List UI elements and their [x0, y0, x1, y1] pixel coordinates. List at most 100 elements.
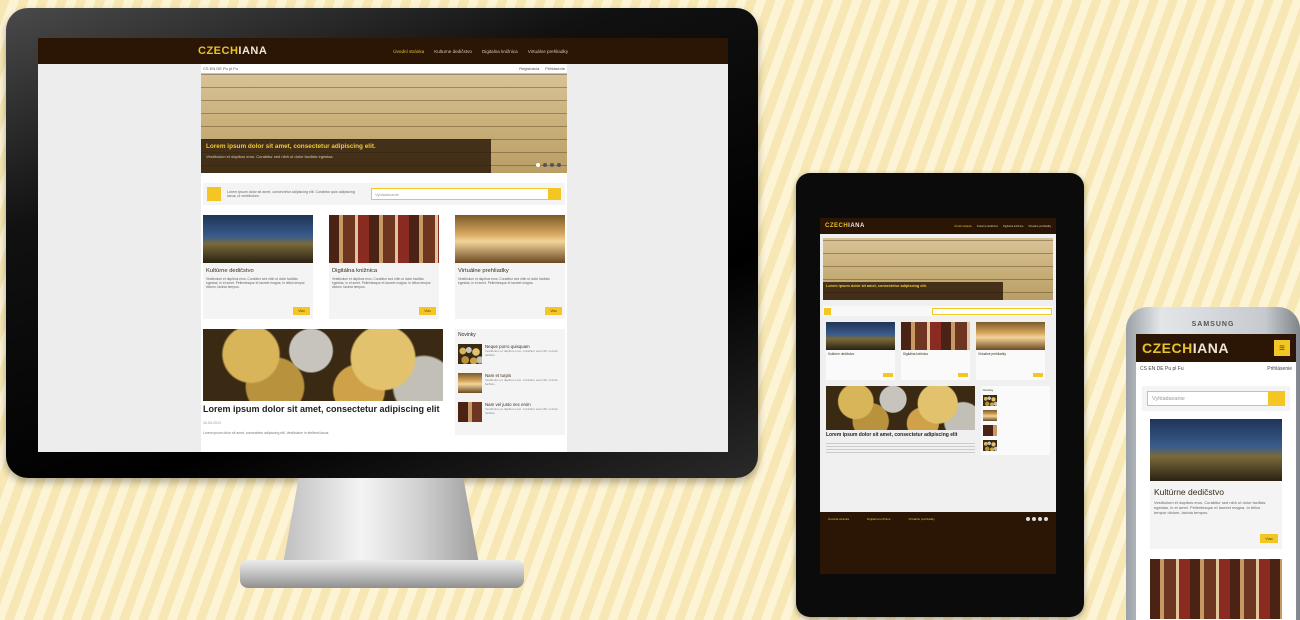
logo-text-part2: IANA — [848, 223, 865, 229]
footer-col-title: Digitalna knižnica — [867, 517, 891, 521]
phone-screen: CZECHIANA ≡ CS EN DE Pu pl Fu Prihláseni… — [1136, 334, 1296, 620]
card-image — [203, 215, 313, 263]
card-more-button[interactable] — [1033, 373, 1043, 377]
card-image — [901, 322, 970, 350]
menu-icon[interactable]: ≡ — [1274, 340, 1290, 356]
monitor-stand-base — [240, 560, 524, 588]
hero-title: Lorem ipsum dolor sit amet, consectetur … — [826, 284, 927, 288]
news-thumb — [458, 373, 482, 393]
nav-item-heritage[interactable]: Kulturne dedičstvo — [434, 49, 472, 54]
info-icon — [207, 187, 221, 201]
hero-text: Vestibulum et dapibus eros. Curabitur se… — [206, 154, 334, 159]
search-box[interactable]: Vyhladavanie — [1147, 391, 1285, 406]
footer-col-title: Virtuálne prehliadky — [908, 517, 935, 521]
news-item-text: Vestibulum et dapibus eros. Curabitur se… — [485, 378, 559, 386]
article-title[interactable]: Lorem ipsum dolor sit amet, consectetur … — [203, 404, 443, 415]
register-link[interactable]: Registrácia — [519, 66, 539, 71]
phone-card-image-next — [1150, 559, 1282, 619]
nav-item-tours[interactable]: Virtuálne prehliadky — [528, 49, 568, 54]
social-icon — [1032, 517, 1036, 521]
card-more-button[interactable] — [883, 373, 893, 377]
hero-title: Lorem ipsum dolor sit amet, consectetur … — [206, 143, 376, 150]
search-icon[interactable] — [1268, 392, 1284, 405]
search-icon[interactable] — [548, 189, 560, 199]
tablet-article[interactable]: Lorem ipsum dolor sit amet, consectetur … — [826, 386, 975, 455]
news-item[interactable]: Nam et turpis Vestibulum et dapibus eros.… — [458, 373, 562, 393]
tablet-card[interactable]: Digitálna knižnica — [901, 322, 970, 380]
nav-item-tours[interactable]: Virtuálne prehliadky — [1028, 225, 1051, 228]
card-more-button[interactable]: Viac — [293, 307, 310, 315]
news-item[interactable] — [982, 395, 1048, 406]
logo-text-part1: CZECH — [825, 223, 849, 229]
site-navbar: CZECHIANA Úvodní stránka Kulturne dedičs… — [38, 38, 728, 64]
logo-text-part2: IANA — [1192, 340, 1229, 356]
news-item[interactable] — [982, 425, 1048, 436]
card-text: Vestibulum et dapibus eros. Curabitur se… — [1154, 500, 1266, 515]
card-more-button[interactable]: Viac — [1260, 534, 1278, 543]
news-item-text: Vestibulum et dapibus eros. Curabitur se… — [485, 407, 559, 415]
tablet-hero: Lorem ipsum dolor sit amet, consectetur … — [823, 238, 1053, 300]
social-icons[interactable] — [1026, 517, 1048, 521]
tablet-footer: Úvodná stránka Digitalna knižnica Virtuá… — [820, 512, 1056, 574]
content-row: Lorem ipsum dolor sit amet, consectetur … — [201, 319, 567, 435]
login-link[interactable]: Prihlásenie — [545, 66, 565, 71]
card-title: Digitálna knižnica — [332, 268, 378, 274]
card-image — [455, 215, 565, 263]
news-sidebar: Novinky Neque porro quisquam Vestibulum e… — [455, 329, 565, 435]
nav-item-library[interactable]: Digitalna knižnica — [1003, 225, 1023, 228]
card-tours[interactable]: Virtuálne prehliadky Vestibulum et dapib… — [455, 215, 565, 319]
article-date: 26.05.2013 — [203, 420, 221, 425]
hero-caption: Lorem ipsum dolor sit amet, consectetur … — [823, 282, 1003, 300]
social-icon — [1038, 517, 1042, 521]
card-library[interactable]: Digitálna knižnica Vestibulum et dapibus… — [329, 215, 439, 319]
card-more-button[interactable]: Viac — [419, 307, 436, 315]
nav-item-home[interactable]: Úvodní stránka — [954, 225, 971, 228]
tablet-nav: Úvodní stránka Kulturne dedičstvo Digita… — [954, 225, 1051, 228]
search-input[interactable]: Vyhladavanie — [372, 189, 402, 199]
site-logo[interactable]: CZECHIANA — [198, 45, 267, 57]
search-box[interactable]: Vyhladavanie — [371, 188, 561, 200]
news-title: Novinky — [458, 332, 476, 338]
card-image — [826, 322, 895, 350]
nav-item-home[interactable]: Úvodní stránka — [393, 49, 424, 54]
search-intro: Lorem ipsum dolor sit amet, consectetur … — [227, 190, 355, 198]
language-switcher[interactable]: CS EN DE Pu pl Fu — [1140, 366, 1184, 372]
info-icon — [824, 307, 831, 315]
nav-item-library[interactable]: Digitalna knižnica — [482, 49, 518, 54]
nav-item-heritage[interactable]: Kulturne dedičstvo — [977, 225, 998, 228]
phone-logo[interactable]: CZECHIANA — [1142, 340, 1229, 356]
logo-text-part1: CZECH — [1142, 340, 1193, 356]
card-more-button[interactable]: Viac — [545, 307, 562, 315]
news-item[interactable]: Neque porro quisquam Vestibulum et dapibu… — [458, 344, 562, 364]
news-item-text: Vestibulum et dapibus eros. Curabitur se… — [485, 349, 559, 357]
phone-search-panel: Vyhladavanie — [1142, 386, 1290, 411]
social-icon — [1026, 517, 1030, 521]
news-thumb — [982, 395, 997, 406]
tablet-search-box[interactable] — [932, 307, 1052, 315]
logo-text-part2: IANA — [238, 45, 268, 57]
news-title: Novinky — [982, 388, 994, 392]
news-item[interactable] — [982, 410, 1048, 421]
page-content: CS EN DE Pu pl Fu Registrácia Prihlásenie… — [201, 64, 567, 452]
search-input[interactable]: Vyhladavanie — [1148, 392, 1189, 405]
news-item[interactable] — [982, 440, 1048, 451]
news-item[interactable]: Nam vel justo nec enim Vestibulum et dapi… — [458, 402, 562, 422]
language-switcher[interactable]: CS EN DE Pu pl Fu — [203, 66, 238, 71]
card-title: Virtuálne prehliadky — [978, 352, 1006, 356]
featured-article[interactable]: Lorem ipsum dolor sit amet, consectetur … — [203, 329, 443, 435]
login-link[interactable]: Prihlásenie — [1267, 366, 1292, 372]
tablet-card[interactable]: Virtuálne prehliadky — [976, 322, 1045, 380]
slider-dots[interactable] — [536, 163, 561, 167]
tablet-card[interactable]: Kultúrne dedičstvo — [826, 322, 895, 380]
tablet-logo[interactable]: CZECHIANA — [825, 223, 865, 229]
phone-card[interactable]: Kultúrne dedičstvo Vestibulum et dapibus… — [1150, 419, 1282, 549]
article-title[interactable]: Lorem ipsum dolor sit amet, consectetur … — [826, 432, 975, 438]
monitor-stand — [283, 478, 479, 564]
card-more-button[interactable] — [958, 373, 968, 377]
news-thumb — [458, 344, 482, 364]
logo-text-part1: CZECH — [198, 45, 239, 57]
card-image — [976, 322, 1045, 350]
news-thumb — [982, 440, 997, 451]
card-heritage[interactable]: Kultúrne dedičstvo Vestibulum et dapibus… — [203, 215, 313, 319]
card-title: Kultúrne dedičstvo — [206, 268, 254, 274]
